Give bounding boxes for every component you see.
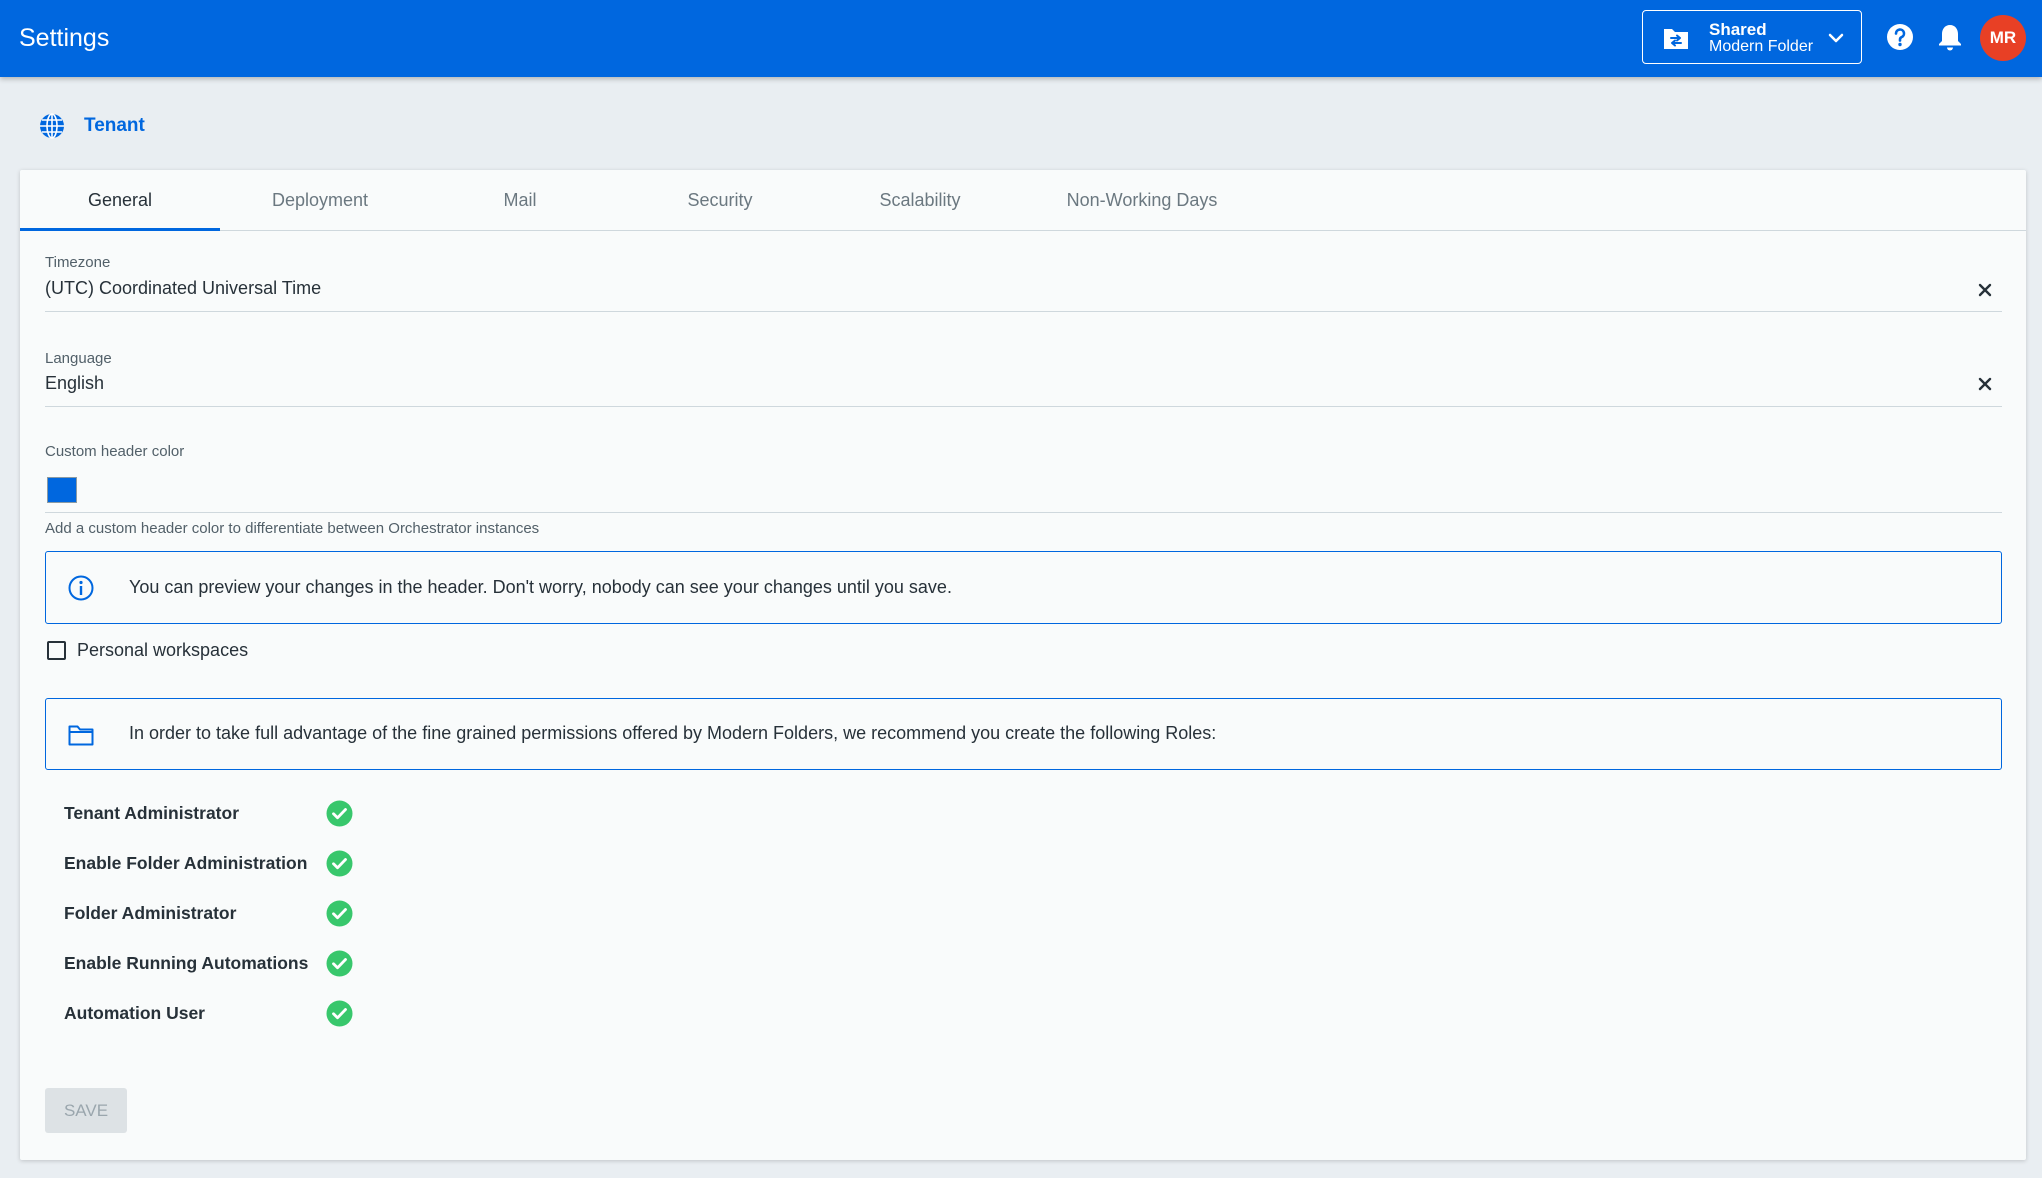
- tab-scalability[interactable]: Scalability: [820, 170, 1020, 231]
- check-circle-icon: [326, 900, 353, 927]
- role-item: Enable Running Automations: [64, 948, 384, 978]
- header-color-helper: Add a custom header color to differentia…: [45, 520, 540, 537]
- info-icon: [68, 575, 94, 601]
- timezone-field[interactable]: Timezone (UTC) Coordinated Universal Tim…: [45, 254, 2002, 312]
- folder-icon: [68, 725, 94, 746]
- check-circle-icon: [326, 850, 353, 877]
- header-color-label: Custom header color: [45, 443, 185, 460]
- clear-language-icon[interactable]: [1976, 375, 1994, 393]
- breadcrumb-tenant[interactable]: Tenant: [84, 115, 145, 137]
- globe-icon: [40, 113, 64, 139]
- tab-security[interactable]: Security: [620, 170, 820, 231]
- tab-mail[interactable]: Mail: [420, 170, 620, 231]
- role-name: Folder Administrator: [64, 903, 237, 923]
- notifications-bell-icon[interactable]: [1936, 22, 1964, 52]
- language-label: Language: [45, 350, 112, 367]
- role-name: Enable Running Automations: [64, 953, 309, 973]
- shared-folder-icon: [1664, 29, 1688, 49]
- app-title: Settings: [19, 24, 110, 52]
- role-name: Enable Folder Administration: [64, 853, 308, 873]
- preview-info-text: You can preview your changes in the head…: [129, 577, 952, 597]
- role-name: Tenant Administrator: [64, 803, 240, 823]
- role-item: Enable Folder Administration: [64, 848, 384, 878]
- help-icon[interactable]: [1886, 23, 1914, 51]
- checkbox-square[interactable]: [47, 640, 66, 660]
- chevron-down-icon: [1828, 33, 1844, 43]
- tab-general[interactable]: General: [20, 170, 220, 231]
- check-circle-icon: [326, 950, 353, 977]
- tab-non-working-days[interactable]: Non-Working Days: [1020, 170, 1264, 231]
- role-name: Automation User: [64, 1003, 205, 1023]
- user-avatar[interactable]: MR: [1980, 15, 2026, 61]
- personal-workspaces-checkbox[interactable]: Personal workspaces: [45, 638, 248, 662]
- clear-timezone-icon[interactable]: [1976, 281, 1994, 299]
- header-color-field: Custom header color: [45, 443, 2002, 513]
- timezone-label: Timezone: [45, 254, 111, 271]
- language-value[interactable]: English: [45, 373, 104, 394]
- folder-picker-name: Modern Folder: [1709, 38, 1814, 55]
- role-item: Tenant Administrator: [64, 798, 384, 828]
- role-item: Folder Administrator: [64, 898, 384, 928]
- check-circle-icon: [326, 1000, 353, 1027]
- roles-info-text: In order to take full advantage of the f…: [129, 723, 1217, 743]
- folder-picker-button[interactable]: Shared Modern Folder: [1642, 10, 1862, 64]
- tab-deployment[interactable]: Deployment: [220, 170, 420, 231]
- check-circle-icon: [326, 800, 353, 827]
- settings-card: General Deployment Mail Security Scalabi…: [20, 170, 2026, 1160]
- header-color-swatch[interactable]: [47, 477, 77, 503]
- settings-tabs: General Deployment Mail Security Scalabi…: [20, 170, 2026, 231]
- preview-info-box: You can preview your changes in the head…: [45, 551, 2002, 624]
- folder-picker-type: Shared: [1709, 20, 1767, 39]
- save-button[interactable]: Save: [45, 1088, 127, 1133]
- language-field[interactable]: Language English: [45, 350, 2002, 407]
- role-item: Automation User: [64, 998, 384, 1028]
- top-header-bar: Settings Shared Modern Folder MR: [0, 0, 2042, 77]
- timezone-value[interactable]: (UTC) Coordinated Universal Time: [45, 278, 321, 299]
- breadcrumb: Tenant: [38, 110, 145, 142]
- personal-workspaces-label[interactable]: Personal workspaces: [77, 640, 248, 661]
- roles-info-box: In order to take full advantage of the f…: [45, 698, 2002, 770]
